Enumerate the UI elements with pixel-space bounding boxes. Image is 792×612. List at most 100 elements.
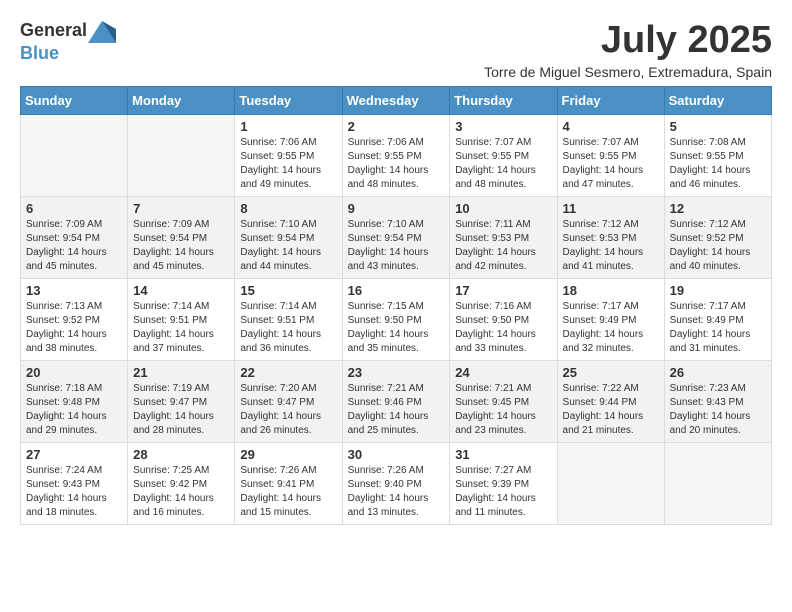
col-thursday: Thursday <box>450 86 557 114</box>
day-number: 13 <box>26 283 122 298</box>
day-info: Sunrise: 7:09 AM Sunset: 9:54 PM Dayligh… <box>133 218 229 274</box>
day-info: Sunrise: 7:26 AM Sunset: 9:41 PM Dayligh… <box>240 464 336 520</box>
logo-blue: Blue <box>20 43 59 63</box>
calendar-week-3: 13 Sunrise: 7:13 AM Sunset: 9:52 PM Dayli… <box>21 278 772 360</box>
calendar-cell-w5-d7 <box>664 442 771 524</box>
calendar-cell-w2-d3: 8 Sunrise: 7:10 AM Sunset: 9:54 PM Daylig… <box>235 196 342 278</box>
day-number: 24 <box>455 365 551 380</box>
day-info: Sunrise: 7:20 AM Sunset: 9:47 PM Dayligh… <box>240 382 336 438</box>
calendar-cell-w2-d6: 11 Sunrise: 7:12 AM Sunset: 9:53 PM Dayli… <box>557 196 664 278</box>
day-number: 7 <box>133 201 229 216</box>
day-info: Sunrise: 7:21 AM Sunset: 9:46 PM Dayligh… <box>348 382 445 438</box>
calendar-cell-w5-d4: 30 Sunrise: 7:26 AM Sunset: 9:40 PM Dayli… <box>342 442 450 524</box>
calendar-cell-w4-d7: 26Sunrise: 7:23 AM Sunset: 9:43 PM Dayli… <box>664 360 771 442</box>
calendar-cell-w5-d2: 28 Sunrise: 7:25 AM Sunset: 9:42 PM Dayli… <box>128 442 235 524</box>
logo: General Blue <box>20 20 117 64</box>
calendar-cell-w3-d5: 17Sunrise: 7:16 AM Sunset: 9:50 PM Dayli… <box>450 278 557 360</box>
day-number: 31 <box>455 447 551 462</box>
day-number: 30 <box>348 447 445 462</box>
day-number: 28 <box>133 447 229 462</box>
day-info: Sunrise: 7:24 AM Sunset: 9:43 PM Dayligh… <box>26 464 122 520</box>
calendar-cell-w5-d1: 27 Sunrise: 7:24 AM Sunset: 9:43 PM Dayli… <box>21 442 128 524</box>
day-info: Sunrise: 7:09 AM Sunset: 9:54 PM Dayligh… <box>26 218 122 274</box>
day-number: 6 <box>26 201 122 216</box>
location-title: Torre de Miguel Sesmero, Extremadura, Sp… <box>484 64 772 80</box>
day-number: 2 <box>348 119 445 134</box>
calendar-cell-w4-d4: 23 Sunrise: 7:21 AM Sunset: 9:46 PM Dayli… <box>342 360 450 442</box>
calendar-cell-w5-d3: 29 Sunrise: 7:26 AM Sunset: 9:41 PM Dayli… <box>235 442 342 524</box>
calendar-week-5: 27 Sunrise: 7:24 AM Sunset: 9:43 PM Dayli… <box>21 442 772 524</box>
day-info: Sunrise: 7:07 AM Sunset: 9:55 PM Dayligh… <box>563 136 659 192</box>
day-number: 22 <box>240 365 336 380</box>
col-saturday: Saturday <box>664 86 771 114</box>
calendar-cell-w2-d2: 7 Sunrise: 7:09 AM Sunset: 9:54 PM Daylig… <box>128 196 235 278</box>
calendar-cell-w3-d6: 18Sunrise: 7:17 AM Sunset: 9:49 PM Dayli… <box>557 278 664 360</box>
day-info: Sunrise: 7:12 AM Sunset: 9:52 PM Dayligh… <box>670 218 766 274</box>
calendar-header-row: Sunday Monday Tuesday Wednesday Thursday… <box>21 86 772 114</box>
day-number: 14 <box>133 283 229 298</box>
calendar-cell-w1-d4: 2 Sunrise: 7:06 AM Sunset: 9:55 PM Daylig… <box>342 114 450 196</box>
calendar-cell-w3-d4: 16 Sunrise: 7:15 AM Sunset: 9:50 PM Dayli… <box>342 278 450 360</box>
day-info: Sunrise: 7:26 AM Sunset: 9:40 PM Dayligh… <box>348 464 445 520</box>
logo-general: General <box>20 23 117 40</box>
day-number: 26 <box>670 365 766 380</box>
day-number: 15 <box>240 283 336 298</box>
day-info: Sunrise: 7:18 AM Sunset: 9:48 PM Dayligh… <box>26 382 122 438</box>
day-info: Sunrise: 7:15 AM Sunset: 9:50 PM Dayligh… <box>348 300 445 356</box>
day-number: 25 <box>563 365 659 380</box>
day-number: 4 <box>563 119 659 134</box>
calendar-cell-w2-d1: 6 Sunrise: 7:09 AM Sunset: 9:54 PM Daylig… <box>21 196 128 278</box>
month-title: July 2025 <box>484 20 772 62</box>
col-wednesday: Wednesday <box>342 86 450 114</box>
logo-text: General Blue <box>20 20 117 64</box>
day-number: 9 <box>348 201 445 216</box>
day-number: 11 <box>563 201 659 216</box>
title-section: July 2025 Torre de Miguel Sesmero, Extre… <box>484 20 772 80</box>
calendar-cell-w2-d5: 10Sunrise: 7:11 AM Sunset: 9:53 PM Dayli… <box>450 196 557 278</box>
calendar-week-1: 1 Sunrise: 7:06 AM Sunset: 9:55 PM Daylig… <box>21 114 772 196</box>
day-number: 1 <box>240 119 336 134</box>
day-info: Sunrise: 7:13 AM Sunset: 9:52 PM Dayligh… <box>26 300 122 356</box>
day-info: Sunrise: 7:22 AM Sunset: 9:44 PM Dayligh… <box>563 382 659 438</box>
calendar-cell-w1-d7: 5Sunrise: 7:08 AM Sunset: 9:55 PM Daylig… <box>664 114 771 196</box>
day-info: Sunrise: 7:17 AM Sunset: 9:49 PM Dayligh… <box>670 300 766 356</box>
calendar-cell-w3-d2: 14 Sunrise: 7:14 AM Sunset: 9:51 PM Dayli… <box>128 278 235 360</box>
day-number: 27 <box>26 447 122 462</box>
calendar-cell-w3-d3: 15 Sunrise: 7:14 AM Sunset: 9:51 PM Dayli… <box>235 278 342 360</box>
calendar-cell-w3-d7: 19 Sunrise: 7:17 AM Sunset: 9:49 PM Dayli… <box>664 278 771 360</box>
day-info: Sunrise: 7:12 AM Sunset: 9:53 PM Dayligh… <box>563 218 659 274</box>
day-info: Sunrise: 7:25 AM Sunset: 9:42 PM Dayligh… <box>133 464 229 520</box>
day-number: 23 <box>348 365 445 380</box>
calendar-cell-w3-d1: 13 Sunrise: 7:13 AM Sunset: 9:52 PM Dayli… <box>21 278 128 360</box>
day-info: Sunrise: 7:14 AM Sunset: 9:51 PM Dayligh… <box>240 300 336 356</box>
day-info: Sunrise: 7:14 AM Sunset: 9:51 PM Dayligh… <box>133 300 229 356</box>
day-number: 21 <box>133 365 229 380</box>
calendar-cell-w4-d5: 24 Sunrise: 7:21 AM Sunset: 9:45 PM Dayli… <box>450 360 557 442</box>
calendar-cell-w1-d1 <box>21 114 128 196</box>
day-number: 19 <box>670 283 766 298</box>
day-info: Sunrise: 7:19 AM Sunset: 9:47 PM Dayligh… <box>133 382 229 438</box>
col-sunday: Sunday <box>21 86 128 114</box>
calendar-cell-w4-d1: 20Sunrise: 7:18 AM Sunset: 9:48 PM Dayli… <box>21 360 128 442</box>
calendar-week-4: 20Sunrise: 7:18 AM Sunset: 9:48 PM Dayli… <box>21 360 772 442</box>
calendar-cell-w4-d6: 25 Sunrise: 7:22 AM Sunset: 9:44 PM Dayli… <box>557 360 664 442</box>
day-info: Sunrise: 7:21 AM Sunset: 9:45 PM Dayligh… <box>455 382 551 438</box>
col-tuesday: Tuesday <box>235 86 342 114</box>
day-info: Sunrise: 7:10 AM Sunset: 9:54 PM Dayligh… <box>348 218 445 274</box>
day-info: Sunrise: 7:17 AM Sunset: 9:49 PM Dayligh… <box>563 300 659 356</box>
calendar-cell-w5-d5: 31Sunrise: 7:27 AM Sunset: 9:39 PM Dayli… <box>450 442 557 524</box>
day-info: Sunrise: 7:10 AM Sunset: 9:54 PM Dayligh… <box>240 218 336 274</box>
calendar-table: Sunday Monday Tuesday Wednesday Thursday… <box>20 86 772 525</box>
calendar-cell-w1-d6: 4 Sunrise: 7:07 AM Sunset: 9:55 PM Daylig… <box>557 114 664 196</box>
day-info: Sunrise: 7:11 AM Sunset: 9:53 PM Dayligh… <box>455 218 551 274</box>
day-info: Sunrise: 7:06 AM Sunset: 9:55 PM Dayligh… <box>348 136 445 192</box>
calendar-week-2: 6 Sunrise: 7:09 AM Sunset: 9:54 PM Daylig… <box>21 196 772 278</box>
day-number: 29 <box>240 447 336 462</box>
calendar-cell-w4-d3: 22 Sunrise: 7:20 AM Sunset: 9:47 PM Dayli… <box>235 360 342 442</box>
day-info: Sunrise: 7:06 AM Sunset: 9:55 PM Dayligh… <box>240 136 336 192</box>
day-number: 8 <box>240 201 336 216</box>
day-info: Sunrise: 7:16 AM Sunset: 9:50 PM Dayligh… <box>455 300 551 356</box>
calendar-cell-w5-d6 <box>557 442 664 524</box>
day-number: 16 <box>348 283 445 298</box>
calendar-cell-w4-d2: 21 Sunrise: 7:19 AM Sunset: 9:47 PM Dayli… <box>128 360 235 442</box>
